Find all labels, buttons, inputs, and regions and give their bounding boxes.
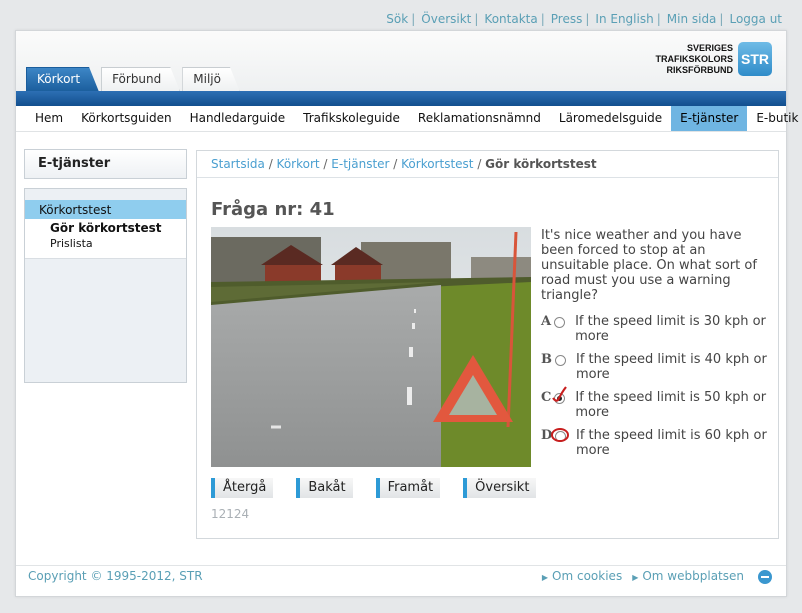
util-separator: | <box>656 12 661 26</box>
main-nav: Hem Körkortsguiden Handledarguide Trafik… <box>16 106 798 132</box>
logo-text: SVERIGES TRAFIKSKOLORS RIKSFÖRBUND <box>656 43 734 76</box>
util-separator: | <box>474 12 479 26</box>
sidebar-menu: Körkortstest Gör körkortstest Prislista <box>24 188 187 383</box>
back-to-start-button[interactable]: Återgå <box>211 478 274 498</box>
arrow-right-icon: ▶ <box>541 573 549 582</box>
logo-mark: STR <box>738 42 772 76</box>
util-separator: | <box>585 12 590 26</box>
option-a-radio[interactable] <box>554 317 566 328</box>
util-separator: | <box>719 12 724 26</box>
answer-option-c[interactable]: C If the speed limit is 50 kph or more <box>541 386 773 428</box>
util-separator: | <box>411 12 416 26</box>
breadcrumb: Startsida / Körkort / E-tjänster / Körko… <box>197 151 778 178</box>
util-in-english[interactable]: In English <box>595 12 653 26</box>
tab-korkort[interactable]: Körkort <box>26 67 99 92</box>
option-letter: C <box>541 390 552 405</box>
option-text: If the speed limit is 40 kph or more <box>576 352 767 382</box>
sidebar-item-gor-korkortstest[interactable]: Gör körkortstest <box>25 219 186 236</box>
breadcrumb-current: Gör körkortstest <box>485 157 597 171</box>
answer-option-b[interactable]: B If the speed limit is 40 kph or more <box>541 352 773 390</box>
logo-line-3: RIKSFÖRBUND <box>666 64 734 75</box>
nav-korkortsguiden[interactable]: Körkortsguiden <box>72 106 180 131</box>
util-oversikt[interactable]: Översikt <box>421 12 471 26</box>
breadcrumb-korkort[interactable]: Körkort <box>277 157 320 171</box>
breadcrumb-korkortstest[interactable]: Körkortstest <box>401 157 473 171</box>
sidebar-menu-inner: Körkortstest Gör körkortstest Prislista <box>25 200 186 259</box>
util-logga-ut[interactable]: Logga ut <box>729 12 782 26</box>
footer-links: ▶ Om cookies ▶ Om webbplatsen <box>532 569 744 583</box>
nav-reklamationsnamnd[interactable]: Reklamationsnämnd <box>409 106 550 131</box>
option-letter: B <box>541 352 552 367</box>
site-tabs: Körkort Förbund Miljö <box>26 67 242 92</box>
copyright-text: Copyright © 1995-2012, STR <box>28 569 203 583</box>
footer-link-cookies[interactable]: Om cookies <box>552 569 622 583</box>
sidebar-item-prislista[interactable]: Prislista <box>25 236 186 250</box>
util-separator: | <box>540 12 545 26</box>
road-warning-triangle-image <box>211 227 531 467</box>
question-title: Fråga nr: 41 <box>211 199 335 220</box>
logo-line-2: TRAFIKSKOLORS <box>655 53 734 64</box>
question-id: 12124 <box>211 507 250 521</box>
nav-handledarguide[interactable]: Handledarguide <box>181 106 295 131</box>
utility-nav: Sök | Översikt | Kontakta | Press | In English | M… <box>386 12 782 26</box>
breadcrumb-startsida[interactable]: Startsida <box>211 157 265 171</box>
option-text: If the speed limit is 30 kph or more <box>575 314 766 344</box>
page-frame: Körkort Förbund Miljö SVERIGES TRAFIKSKO… <box>15 30 798 597</box>
nav-e-tjanster[interactable]: E-tjänster <box>671 106 748 131</box>
str-logo[interactable]: SVERIGES TRAFIKSKOLORS RIKSFÖRBUND STR <box>656 42 772 76</box>
nav-trafikskoleguide[interactable]: Trafikskoleguide <box>294 106 409 131</box>
arrow-right-icon: ▶ <box>632 573 639 582</box>
util-kontakta[interactable]: Kontakta <box>484 12 537 26</box>
nav-laromedelsguide[interactable]: Läromedelsguide <box>550 106 671 131</box>
correct-answer-circle-mark-icon <box>551 428 569 442</box>
option-b-radio[interactable] <box>555 355 566 366</box>
tab-miljo[interactable]: Miljö <box>182 67 240 92</box>
breadcrumb-e-tjanster[interactable]: E-tjänster <box>331 157 389 171</box>
question-nav-buttons: Återgå Bakåt Framåt Översikt <box>211 478 559 498</box>
logo-line-1: SVERIGES <box>686 42 733 53</box>
option-letter: A <box>541 314 552 329</box>
tab-forbund[interactable]: Förbund <box>101 67 180 92</box>
option-text: If the speed limit is 50 kph or more <box>575 390 767 420</box>
wrong-answer-check-mark-icon <box>552 386 567 402</box>
util-press[interactable]: Press <box>551 12 583 26</box>
nav-hem[interactable]: Hem <box>26 106 72 131</box>
site-header: Körkort Förbund Miljö SVERIGES TRAFIKSKO… <box>16 31 786 91</box>
sidebar-title: E-tjänster <box>24 149 187 179</box>
main-content: Startsida / Körkort / E-tjänster / Körko… <box>196 150 779 539</box>
overview-button[interactable]: Översikt <box>463 478 537 498</box>
answer-option-a[interactable]: A If the speed limit is 30 kph or more <box>541 314 773 352</box>
util-sok[interactable]: Sök <box>386 12 408 26</box>
next-button[interactable]: Framåt <box>375 478 441 498</box>
nav-e-butik[interactable]: E-butik <box>747 106 802 131</box>
header-blue-bar <box>16 91 786 106</box>
sidebar-item-korkortstest[interactable]: Körkortstest <box>25 200 186 219</box>
option-text: If the speed limit is 60 kph or more <box>576 428 767 458</box>
util-min-sida[interactable]: Min sida <box>667 12 717 26</box>
footer-icon[interactable] <box>758 570 772 584</box>
answer-options: A If the speed limit is 30 kph or more B… <box>541 314 773 466</box>
question-photo <box>211 227 531 467</box>
previous-button[interactable]: Bakåt <box>296 478 353 498</box>
answer-option-d[interactable]: D If the speed limit is 60 kph or more <box>541 428 773 466</box>
footer-divider <box>16 565 786 566</box>
footer-link-about[interactable]: Om webbplatsen <box>642 569 744 583</box>
question-text: It's nice weather and you have been forc… <box>541 228 757 303</box>
